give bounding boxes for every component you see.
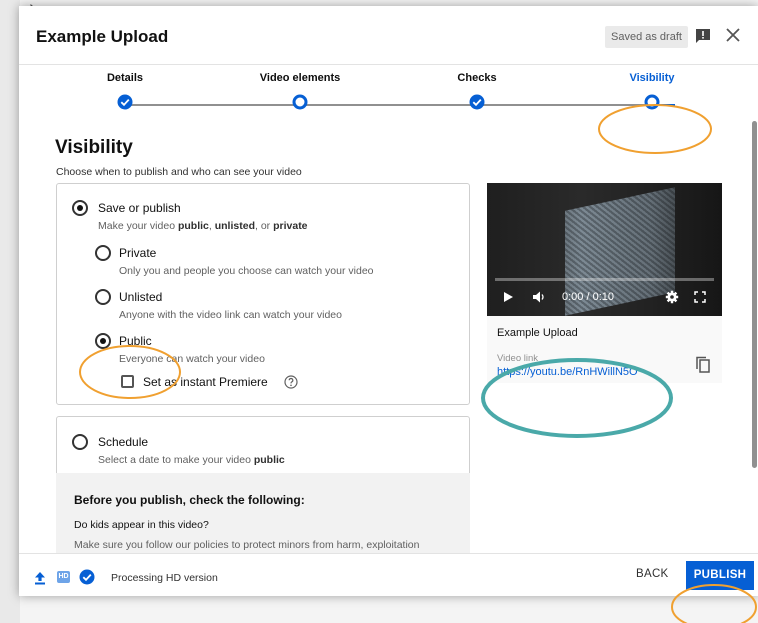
private-radio[interactable] [95,245,111,261]
processing-status: Processing HD version [111,572,218,584]
unlisted-radio[interactable] [95,289,111,305]
play-icon[interactable] [501,290,515,304]
save-or-publish-desc: Make your video public, unlisted, or pri… [98,220,308,232]
video-time: 0:00 / 0:10 [562,291,614,303]
step-ring-icon [292,94,308,110]
video-link-label: Video link [497,353,539,364]
copy-icon[interactable] [695,356,711,374]
schedule-card: Schedule Select a date to make your vide… [56,416,470,480]
step-label: Visibility [629,72,675,84]
upload-icon [35,572,45,585]
preview-video-title: Example Upload [497,327,578,339]
step-visibility[interactable]: Visibility [592,72,712,110]
close-icon[interactable] [724,26,742,44]
hd-icon: HD [57,571,70,583]
visibility-content: Visibility Choose when to publish and wh… [19,121,758,553]
publish-button[interactable]: PUBLISH [686,561,754,590]
schedule-desc: Select a date to make your video public [98,454,285,466]
dialog-scrollbar[interactable] [752,121,757,468]
prepublish-checklist: Before you publish, check the following:… [56,473,470,553]
video-preview-card: 0:00 / 0:10 Example Upload Video link ht… [487,183,722,383]
checklist-title: Before you publish, check the following: [74,493,305,507]
check-circle-icon [117,94,133,110]
step-label: Checks [457,72,497,84]
check-circle-icon [469,94,485,110]
check-circle-icon [79,569,95,585]
unlisted-label: Unlisted [119,290,163,304]
step-label: Video elements [259,72,341,84]
public-desc: Everyone can watch your video [119,353,265,365]
instant-premiere-checkbox[interactable] [121,375,134,388]
save-or-publish-card: Save or publish Make your video public, … [56,183,470,405]
settings-gear-icon[interactable] [665,290,679,304]
schedule-label: Schedule [98,435,149,449]
visibility-subtitle: Choose when to publish and who can see y… [56,166,302,178]
public-radio[interactable] [95,333,111,349]
step-label: Details [106,72,144,84]
background-strip [0,0,20,623]
stepper-line [131,104,659,106]
instant-premiere-label: Set as instant Premiere [143,375,268,389]
volume-icon[interactable] [532,290,546,304]
dialog-title: Example Upload [36,27,169,46]
step-video-elements[interactable]: Video elements [240,72,360,110]
step-details[interactable]: Details [65,72,185,110]
unlisted-desc: Anyone with the video link can watch you… [119,309,342,321]
step-ring-icon [644,94,660,110]
dialog-header: Example Upload Saved as draft [19,6,758,65]
schedule-radio[interactable] [72,434,88,450]
save-or-publish-radio[interactable] [72,200,88,216]
private-label: Private [119,246,157,260]
step-checks[interactable]: Checks [417,72,537,110]
saved-draft-badge: Saved as draft [605,26,688,48]
help-icon[interactable] [284,375,298,389]
checklist-question: Do kids appear in this video? [74,519,209,531]
private-desc: Only you and people you choose can watch… [119,265,374,277]
video-progress-bar[interactable] [495,278,714,281]
feedback-icon[interactable] [695,28,711,44]
public-label: Public [119,334,152,348]
upload-dialog: Example Upload Saved as draft Details Vi… [19,6,758,596]
fullscreen-icon[interactable] [693,290,707,304]
back-button[interactable]: BACK [636,568,669,580]
upload-stepper: Details Video elements Checks Visibility [19,64,758,120]
stepper-line [659,104,675,106]
video-player[interactable]: 0:00 / 0:10 [487,183,722,316]
visibility-title: Visibility [55,137,133,158]
video-link[interactable]: https://youtu.be/RnHWillN5O [497,366,638,378]
checklist-policy-text: Make sure you follow our policies to pro… [74,539,420,551]
save-or-publish-label: Save or publish [98,201,181,215]
dialog-footer: HD Processing HD version BACK PUBLISH [19,553,758,596]
